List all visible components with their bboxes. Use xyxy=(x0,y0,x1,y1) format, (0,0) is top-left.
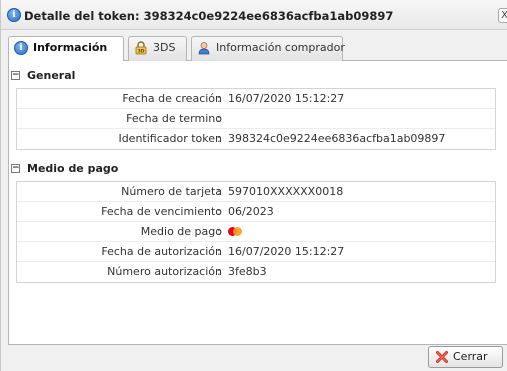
field-value: 16/07/2020 15:12:27 xyxy=(228,92,345,105)
tab-3ds[interactable]: 3D 3DS xyxy=(128,36,187,61)
section-title: General xyxy=(27,69,76,82)
field-value: 3fe8b3 xyxy=(228,265,267,278)
field-label: Medio de pago xyxy=(140,225,222,238)
person-icon xyxy=(197,41,211,63)
close-window-button[interactable]: X xyxy=(498,8,507,23)
tab-label: Información xyxy=(33,41,108,54)
field-label: Fecha de creación xyxy=(122,92,222,105)
separator: : xyxy=(217,265,221,278)
collapse-icon[interactable]: − xyxy=(11,164,20,173)
field-label: Número autorización xyxy=(107,265,222,278)
separator: : xyxy=(217,245,221,258)
table-row: Número autorización : 3fe8b3 xyxy=(17,262,495,282)
separator: : xyxy=(217,225,221,238)
table-row: Fecha de vencimiento : 06/2023 xyxy=(17,202,495,222)
table-row: Fecha de termino : xyxy=(17,109,495,129)
dialog-title: Detalle del token: 398324c0e9224ee6836ac… xyxy=(24,9,394,23)
section-medio-de-pago-header[interactable]: − Medio de pago xyxy=(9,158,503,180)
field-label: Identificador token xyxy=(118,132,222,145)
close-button[interactable]: Cerrar xyxy=(428,346,503,368)
mastercard-icon xyxy=(228,227,242,236)
field-label: Fecha de termino xyxy=(126,112,222,125)
tab-bar: i Información 3D 3DS Información comprad… xyxy=(8,33,507,63)
tab-label: Información comprador xyxy=(216,41,345,54)
separator: : xyxy=(217,205,221,218)
separator: : xyxy=(217,132,221,145)
section-title: Medio de pago xyxy=(27,162,119,175)
tab-label: 3DS xyxy=(153,41,176,54)
collapse-icon[interactable]: − xyxy=(11,71,20,80)
section-general-header[interactable]: − General xyxy=(9,65,503,87)
separator: : xyxy=(217,185,221,198)
table-row: Fecha de autorización : 16/07/2020 15:12… xyxy=(17,242,495,262)
tab-informacion[interactable]: i Información xyxy=(8,36,124,62)
field-value: 597010XXXXXX0018 xyxy=(228,185,344,198)
table-row: Identificador token : 398324c0e9224ee683… xyxy=(17,129,495,149)
close-button-label: Cerrar xyxy=(453,350,488,363)
table-row: Fecha de creación : 16/07/2020 15:12:27 xyxy=(17,89,495,109)
field-label: Fecha de vencimiento xyxy=(101,205,222,218)
table-row: Medio de pago : xyxy=(17,222,495,242)
field-value xyxy=(228,225,242,238)
field-value: 06/2023 xyxy=(228,205,274,218)
separator: : xyxy=(217,92,221,105)
section-medio-de-pago-body: Número de tarjeta : 597010XXXXXX0018 Fec… xyxy=(16,181,496,283)
section-general-body: Fecha de creación : 16/07/2020 15:12:27 … xyxy=(16,88,496,150)
field-value: 398324c0e9224ee6836acfba1ab09897 xyxy=(228,132,446,145)
close-icon xyxy=(435,350,449,371)
info-icon: i xyxy=(14,41,28,55)
info-icon: i xyxy=(7,8,21,22)
field-label: Número de tarjeta xyxy=(121,185,222,198)
field-value: 16/07/2020 15:12:27 xyxy=(228,245,345,258)
field-label: Fecha de autorización xyxy=(101,245,222,258)
lock-icon: 3D xyxy=(134,41,148,63)
token-detail-dialog: i Detalle del token: 398324c0e9224ee6836… xyxy=(0,0,507,371)
table-row: Número de tarjeta : 597010XXXXXX0018 xyxy=(17,182,495,202)
tab-content-panel: − General Fecha de creación : 16/07/2020… xyxy=(8,61,507,345)
separator: : xyxy=(217,112,221,125)
title-bar: i Detalle del token: 398324c0e9224ee6836… xyxy=(1,0,507,30)
svg-text:3D: 3D xyxy=(138,49,145,55)
tab-informacion-comprador[interactable]: Información comprador xyxy=(191,36,345,63)
